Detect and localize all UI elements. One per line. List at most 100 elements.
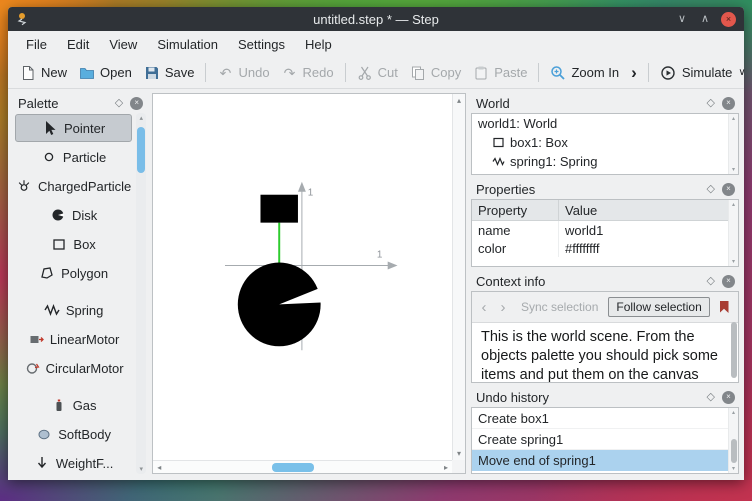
zoom-in-button[interactable]: Zoom In: [544, 62, 625, 84]
menu-file[interactable]: File: [16, 33, 57, 56]
save-button[interactable]: Save: [138, 62, 201, 84]
new-label: New: [41, 65, 68, 80]
horizontal-scrollbar-thumb[interactable]: [272, 463, 315, 472]
world-canvas[interactable]: 1 1 ▴ ▾ ◂ ▸: [152, 93, 466, 474]
palette-item-polygon[interactable]: Polygon: [15, 259, 132, 287]
menu-view[interactable]: View: [99, 33, 147, 56]
scroll-left-icon[interactable]: ◂: [157, 463, 161, 472]
open-folder-icon: [79, 65, 95, 81]
undo-scrollbar-thumb[interactable]: [731, 439, 737, 463]
palette-title: Palette: [18, 95, 59, 111]
properties-scrollbar[interactable]: ▴ ▾: [728, 200, 738, 266]
sync-selection-button[interactable]: Sync selection: [514, 298, 605, 316]
disk-object[interactable]: [238, 262, 321, 347]
palette-item-box[interactable]: Box: [15, 230, 132, 258]
scroll-up-icon[interactable]: ▴: [732, 409, 735, 416]
tree-item-spring1[interactable]: spring1: Spring: [472, 152, 738, 171]
canvas-horizontal-scrollbar[interactable]: ◂ ▸: [153, 460, 452, 473]
property-cell: color: [472, 239, 559, 257]
tree-item-box1[interactable]: box1: Box: [472, 133, 738, 152]
toolbar-overflow-icon[interactable]: ›: [625, 63, 643, 83]
scroll-down-icon[interactable]: ▾: [732, 166, 735, 173]
circular-motor-icon: [24, 360, 40, 376]
undo-item-create-box1[interactable]: Create box1: [472, 408, 738, 429]
scroll-up-icon[interactable]: ▴: [457, 96, 461, 105]
undo-item-move-end-of-spring1[interactable]: Move end of spring1: [472, 450, 738, 471]
properties-header: Properties ◇ ×: [471, 179, 739, 199]
scene-view[interactable]: 1 1: [153, 94, 452, 460]
palette-item-weightforce[interactable]: WeightF...: [15, 449, 132, 474]
tree-item-label: world1: World: [478, 116, 558, 131]
minimize-button[interactable]: ∨: [675, 13, 689, 25]
close-panel-icon[interactable]: ×: [722, 274, 735, 288]
palette-item-softbody[interactable]: SoftBody: [15, 420, 132, 448]
palette-item-linearmotor[interactable]: LinearMotor: [15, 325, 132, 353]
open-button[interactable]: Open: [73, 62, 138, 84]
bookmark-button[interactable]: [714, 298, 734, 316]
follow-selection-button[interactable]: Follow selection: [608, 297, 710, 317]
scroll-down-icon[interactable]: ▾: [732, 465, 735, 472]
palette-item-pointer[interactable]: Pointer: [15, 114, 133, 142]
disk-icon: [50, 207, 66, 223]
titlebar[interactable]: untitled.step * — Step ∨ ∧ ×: [8, 7, 744, 31]
scroll-right-icon[interactable]: ▸: [444, 463, 448, 472]
box-icon: [51, 236, 67, 252]
back-button[interactable]: ‹: [476, 298, 492, 316]
palette-item-spring[interactable]: Spring: [15, 296, 132, 324]
menu-simulation[interactable]: Simulation: [147, 33, 228, 56]
scroll-up-icon[interactable]: ▴: [139, 114, 143, 122]
copy-button[interactable]: Copy: [404, 62, 467, 84]
float-panel-icon[interactable]: ◇: [707, 97, 715, 109]
close-button[interactable]: ×: [721, 11, 736, 27]
property-row-color[interactable]: color #ffffffff: [472, 239, 738, 257]
polygon-icon: [39, 265, 55, 281]
close-panel-icon[interactable]: ×: [722, 182, 735, 196]
cut-button[interactable]: Cut: [351, 62, 404, 84]
menu-settings[interactable]: Settings: [228, 33, 295, 56]
property-row-name[interactable]: name world1: [472, 221, 738, 239]
simulate-dropdown-icon[interactable]: ∨: [738, 67, 745, 78]
context-info-title: Context info: [476, 273, 546, 289]
world-scrollbar[interactable]: ▴ ▾: [728, 114, 738, 174]
scroll-up-icon[interactable]: ▴: [732, 201, 735, 208]
new-button[interactable]: New: [14, 62, 73, 84]
float-panel-icon[interactable]: ◇: [707, 391, 715, 403]
canvas-vertical-scrollbar[interactable]: ▴ ▾: [452, 94, 465, 460]
scroll-down-icon[interactable]: ▾: [139, 465, 143, 473]
scroll-down-icon[interactable]: ▾: [457, 449, 461, 458]
palette-item-gas[interactable]: Gas: [15, 391, 132, 419]
float-panel-icon[interactable]: ◇: [707, 275, 715, 287]
close-panel-icon[interactable]: ×: [722, 96, 735, 110]
close-panel-icon[interactable]: ×: [722, 390, 735, 404]
palette-item-disk[interactable]: Disk: [15, 201, 132, 229]
paste-button[interactable]: Paste: [467, 62, 533, 84]
simulate-button[interactable]: Simulate ∨: [654, 62, 752, 84]
undo-button[interactable]: ↶ Undo: [211, 62, 275, 84]
undo-history-header: Undo history ◇ ×: [471, 387, 739, 407]
menu-edit[interactable]: Edit: [57, 33, 99, 56]
close-panel-icon[interactable]: ×: [130, 96, 144, 110]
palette-item-label: Box: [73, 236, 96, 252]
palette-item-chargedparticle[interactable]: ChargedParticle: [15, 172, 132, 200]
copy-label: Copy: [430, 65, 462, 80]
properties-table: Property Value name world1 color #ffffff…: [471, 199, 739, 267]
box1-object[interactable]: [260, 194, 299, 223]
world-tree: world1: World box1: Box spring1: Spring …: [471, 113, 739, 175]
menu-help[interactable]: Help: [295, 33, 342, 56]
redo-button[interactable]: ↷ Redo: [276, 62, 340, 84]
app-icon: [15, 12, 29, 26]
forward-button[interactable]: ›: [495, 298, 511, 316]
float-panel-icon[interactable]: ◇: [115, 97, 123, 109]
palette-scrollbar-thumb[interactable]: [137, 127, 146, 173]
palette-item-particle[interactable]: Particle: [15, 143, 132, 171]
float-panel-icon[interactable]: ◇: [707, 183, 715, 195]
maximize-button[interactable]: ∧: [698, 13, 712, 25]
palette-item-label: Particle: [62, 149, 107, 165]
scroll-up-icon[interactable]: ▴: [732, 115, 735, 122]
toolbar-separator: [205, 63, 207, 82]
palette-item-circularmotor[interactable]: CircularMotor: [15, 354, 132, 382]
context-scrollbar-thumb[interactable]: [731, 322, 737, 378]
undo-item-create-spring1[interactable]: Create spring1: [472, 429, 738, 450]
scroll-down-icon[interactable]: ▾: [732, 258, 735, 265]
tree-item-world1[interactable]: world1: World: [472, 114, 738, 133]
